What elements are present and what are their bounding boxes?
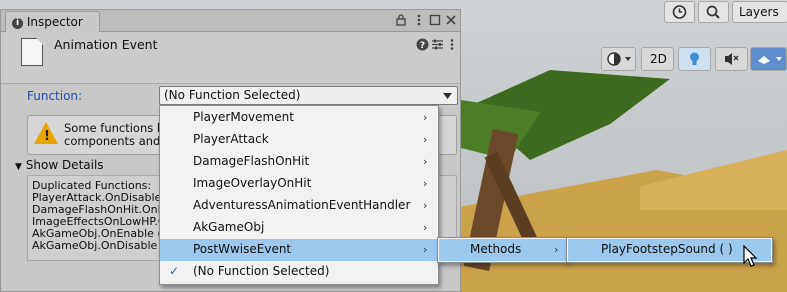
lighting-toggle[interactable] xyxy=(678,47,711,71)
chevron-down-icon xyxy=(443,93,452,99)
menu-item-damageflashonhit[interactable]: DamageFlashOnHit › xyxy=(160,151,438,173)
submenu-arrow-icon: › xyxy=(423,221,428,234)
menu-item-playerattack[interactable]: PlayerAttack › xyxy=(160,129,438,151)
lightbulb-icon xyxy=(690,52,699,65)
function-dropdown[interactable]: (No Function Selected) xyxy=(159,86,458,105)
2d-mode-button[interactable]: 2D xyxy=(641,47,674,71)
tab-inspector[interactable]: i Inspector xyxy=(5,11,100,33)
info-icon: i xyxy=(12,18,23,29)
animation-event-icon xyxy=(21,38,43,66)
function-menu: PlayerMovement › PlayerAttack › DamageFl… xyxy=(159,105,439,285)
warning-exclamation: ! xyxy=(44,129,50,144)
history-icon xyxy=(672,5,687,19)
menu-item-adventuressanimationeventhandler[interactable]: AdventuressAnimationEventHandler › xyxy=(160,195,438,217)
menu-item-label: Methods xyxy=(470,242,522,256)
preset-sliders-icon[interactable] xyxy=(431,38,444,51)
search-button[interactable] xyxy=(698,1,729,23)
svg-text:?: ? xyxy=(420,41,425,51)
checkmark-icon: ✓ xyxy=(169,264,180,278)
menu-item-label: PlayerAttack xyxy=(193,132,269,146)
menu-item-imageoverlayonhit[interactable]: ImageOverlayOnHit › xyxy=(160,173,438,195)
effects-icon xyxy=(758,56,782,64)
menu-item-label: PlayFootstepSound ( ) xyxy=(601,242,733,256)
audio-mute-icon xyxy=(725,53,739,65)
show-details-label: Show Details xyxy=(25,158,104,172)
inspector-tabbar: i Inspector xyxy=(1,10,460,33)
menu-item-playfootstepsound[interactable]: PlayFootstepSound ( ) xyxy=(568,239,771,261)
menu-item-akgameobj[interactable]: AkGameObj › xyxy=(160,217,438,239)
help-icon[interactable]: ? xyxy=(416,38,429,51)
lock-icon[interactable] xyxy=(394,13,408,27)
menu-item-label: AkGameObj xyxy=(193,220,265,234)
mouse-cursor-icon xyxy=(743,245,758,267)
shading-sphere-icon xyxy=(607,52,631,66)
audio-toggle[interactable] xyxy=(715,47,748,71)
submenu-arrow-icon: › xyxy=(423,199,428,212)
submenu-arrow-icon: › xyxy=(423,155,428,168)
component-menu-icon[interactable] xyxy=(447,38,457,51)
method-list-menu: PlayFootstepSound ( ) xyxy=(566,237,773,263)
shading-mode-dropdown[interactable] xyxy=(601,47,636,71)
menu-item-postwwiseevent[interactable]: PostWwiseEvent › xyxy=(160,239,438,261)
submenu-arrow-icon: › xyxy=(423,177,428,190)
2d-mode-label: 2D xyxy=(650,52,667,66)
menu-item-label: (No Function Selected) xyxy=(193,264,330,278)
submenu-arrow-icon: › xyxy=(423,133,428,146)
function-dropdown-value: (No Function Selected) xyxy=(164,88,301,102)
menu-item-label: PostWwiseEvent xyxy=(193,242,292,256)
component-title: Animation Event xyxy=(54,37,158,52)
foldout-arrow-icon: ▼ xyxy=(15,162,22,172)
show-details-foldout[interactable]: ▼ Show Details xyxy=(15,158,104,172)
layers-dropdown[interactable]: Layers xyxy=(732,1,787,23)
methods-menu: Methods › xyxy=(437,237,568,263)
menu-item-label: PlayerMovement xyxy=(193,110,294,124)
menu-item-no-function[interactable]: ✓ (No Function Selected) xyxy=(160,261,438,283)
menu-item-label: DamageFlashOnHit xyxy=(193,154,310,168)
component-header: Animation Event ? xyxy=(1,32,460,84)
submenu-arrow-icon: › xyxy=(423,243,428,256)
close-icon[interactable] xyxy=(444,13,458,27)
submenu-arrow-icon: › xyxy=(423,111,428,124)
submenu-arrow-icon: › xyxy=(554,243,559,256)
menu-item-label: AdventuressAnimationEventHandler xyxy=(193,198,411,212)
menu-item-label: ImageOverlayOnHit xyxy=(193,176,312,190)
search-icon xyxy=(706,5,720,19)
tab-inspector-label: Inspector xyxy=(26,15,83,29)
function-label: Function: xyxy=(27,89,83,103)
history-button[interactable] xyxy=(664,1,695,23)
more-options-icon[interactable] xyxy=(412,13,426,27)
effects-dropdown[interactable] xyxy=(750,47,787,71)
maximize-icon[interactable] xyxy=(428,13,442,27)
layers-label: Layers xyxy=(739,5,779,19)
menu-item-playermovement[interactable]: PlayerMovement › xyxy=(160,107,438,129)
menu-item-methods[interactable]: Methods › xyxy=(439,239,566,261)
